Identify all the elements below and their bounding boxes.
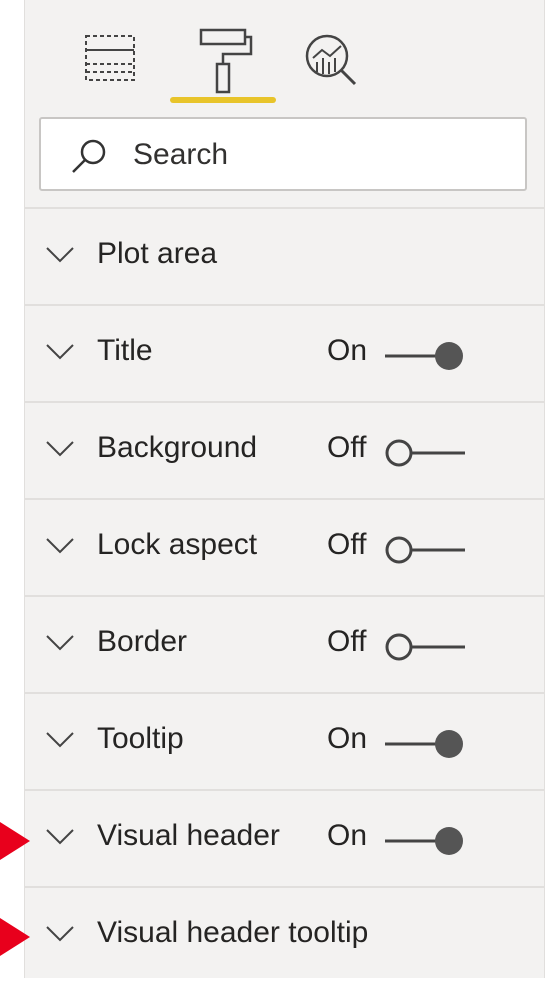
section-label: Tooltip [97,722,184,755]
chevron-down-icon[interactable] [45,923,75,943]
analytics-icon [305,34,357,86]
chevron-down-icon[interactable] [45,244,75,264]
section-label: Title [97,334,153,367]
chevron-down-icon[interactable] [45,438,75,458]
chevron-down-icon[interactable] [45,826,75,846]
tab-analytics[interactable] [297,24,365,96]
toggle-on[interactable] [383,340,467,372]
section-label: Visual header tooltip [97,916,369,949]
chevron-down-icon[interactable] [45,729,75,749]
fields-icon [85,35,135,81]
tab-fields[interactable] [75,24,143,96]
chevron-down-icon[interactable] [45,632,75,652]
section-title[interactable]: Title On [25,304,544,401]
toggle-state-label: On [327,819,368,852]
toggle-on[interactable] [383,825,467,857]
section-label: Lock aspect [97,528,258,561]
section-visual-header-tooltip[interactable]: Visual header tooltip [25,886,544,983]
toggle-state-label: Off [327,528,367,561]
chevron-down-icon[interactable] [45,535,75,555]
search-input[interactable] [131,129,515,181]
section-tooltip[interactable]: Tooltip On [25,692,544,789]
section-list: Plot area Title On Background Off Lock a… [25,207,544,983]
search-icon [72,139,106,173]
toggle-state-label: On [327,722,368,755]
paint-roller-icon [199,28,253,94]
toggle-state-label: Off [327,431,367,464]
section-lock-aspect[interactable]: Lock aspect Off [25,498,544,595]
section-visual-header[interactable]: Visual header On [25,789,544,886]
active-tab-indicator [170,97,276,103]
toggle-state-label: On [327,334,368,367]
toggle-off[interactable] [383,534,467,566]
tab-format[interactable] [189,24,257,96]
toggle-on[interactable] [383,728,467,760]
section-label: Background [97,431,258,464]
red-callout-arrow-icon [0,822,30,860]
toggle-off[interactable] [383,437,467,469]
section-label: Visual header [97,819,280,852]
chevron-down-icon[interactable] [45,341,75,361]
section-label: Plot area [97,237,218,270]
toggle-state-label: Off [327,625,367,658]
toggle-off[interactable] [383,631,467,663]
section-plot-area[interactable]: Plot area [25,207,544,304]
format-pane: Plot area Title On Background Off Lock a… [24,0,545,978]
pane-tabs [25,0,544,108]
section-border[interactable]: Border Off [25,595,544,692]
search-box[interactable] [39,117,527,191]
section-label: Border [97,625,188,658]
red-callout-arrow-icon [0,918,30,956]
section-background[interactable]: Background Off [25,401,544,498]
